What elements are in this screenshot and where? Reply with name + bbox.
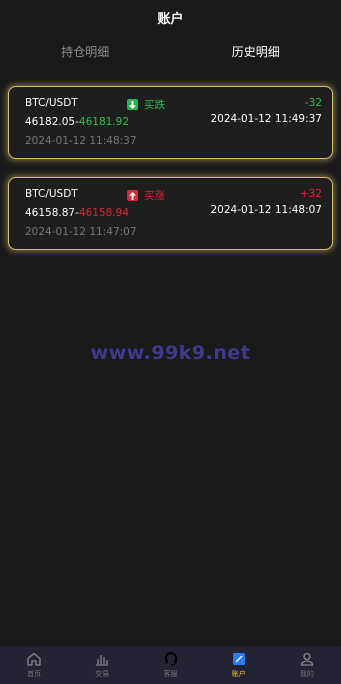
open-price: 46158.87 [25, 207, 76, 219]
open-time: 2024-01-12 11:48:37 [25, 135, 137, 147]
trade-card[interactable]: BTC/USDT 买跌 -32 46182.05-46181.92 2024-0… [8, 86, 333, 159]
arrow-down-icon [127, 99, 138, 110]
nav-support[interactable]: 客服 [136, 646, 204, 684]
close-time: 2024-01-12 11:48:07 [210, 204, 322, 216]
nav-home[interactable]: 首页 [0, 646, 68, 684]
tab-bar: 持仓明细 历史明细 [0, 34, 341, 68]
direction-label: 买跌 [144, 99, 165, 111]
close-price: 46158.94 [78, 207, 130, 219]
price-range: 46158.87-46158.94 [25, 207, 129, 219]
trade-card[interactable]: BTC/USDT 买涨 +32 46158.87-46158.94 2024-0… [8, 177, 333, 250]
tab-history[interactable]: 历史明细 [171, 43, 341, 60]
nav-label: 交易 [95, 670, 110, 678]
bottom-nav: 首页 交易 客服 账户 我的 [0, 646, 341, 684]
profit-change: +32 [299, 188, 322, 200]
close-time: 2024-01-12 11:49:37 [210, 113, 322, 125]
nav-account[interactable]: 账户 [205, 646, 273, 684]
arrow-up-icon [127, 190, 138, 201]
page-title: 账户 [157, 11, 184, 27]
open-price: 46182.05 [25, 116, 76, 128]
nav-trade[interactable]: 交易 [68, 646, 136, 684]
direction-badge: 买涨 [127, 188, 165, 203]
profit-change: -32 [304, 97, 322, 109]
close-price: 46181.92 [78, 116, 130, 128]
trade-pair: BTC/USDT [25, 97, 78, 109]
tab-positions[interactable]: 持仓明细 [0, 43, 171, 60]
open-time: 2024-01-12 11:47:07 [25, 226, 137, 238]
nav-label: 账户 [231, 670, 246, 678]
direction-label: 买涨 [144, 190, 165, 202]
watermark: www.99k9.net [90, 342, 251, 364]
trade-pair: BTC/USDT [25, 188, 78, 200]
direction-badge: 买跌 [127, 97, 165, 112]
nav-label: 首页 [27, 670, 42, 678]
nav-label: 我的 [299, 670, 314, 678]
price-range: 46182.05-46181.92 [25, 116, 129, 128]
nav-label: 客服 [163, 670, 178, 678]
support-icon [164, 652, 177, 666]
nav-mine[interactable]: 我的 [273, 646, 341, 684]
page-header: 账户 [0, 0, 341, 34]
account-icon [232, 653, 245, 665]
user-icon [300, 652, 314, 666]
home-icon [27, 652, 41, 666]
chart-icon [96, 655, 109, 666]
